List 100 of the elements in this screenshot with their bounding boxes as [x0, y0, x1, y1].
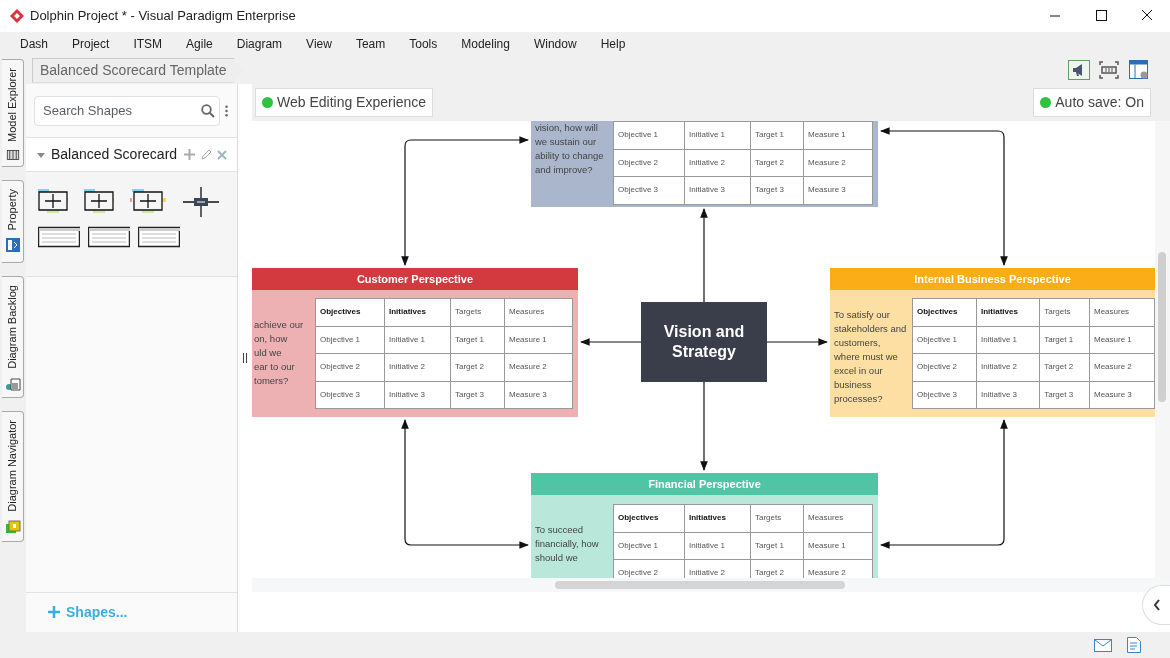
navigator-icon[interactable]: [4, 517, 21, 534]
table-cell: Objective 1: [613, 121, 685, 149]
table-cell: Target 3: [750, 176, 804, 204]
menu-item[interactable]: Team: [355, 35, 386, 53]
description-text: To satisfy our stakeholders and customers, where must we excel in our business processes?: [834, 308, 907, 406]
table-cell: Measure 2: [1089, 353, 1155, 381]
side-tab[interactable]: Diagram Backlog: [2, 276, 24, 398]
table-cell: Initiative 2: [384, 353, 451, 381]
breadcrumb-link[interactable]: Balanced Scorecard Template: [32, 57, 244, 83]
status-dot-icon: [1040, 97, 1052, 108]
scorecard-diagram-icon[interactable]: [84, 186, 114, 216]
table-template-icon[interactable]: [38, 226, 80, 248]
table-cell: Initiative 1: [384, 326, 451, 354]
table-cell: Initiative 3: [976, 381, 1040, 409]
connector-arrow: [580, 338, 642, 346]
scrollbar-thumb[interactable]: [1158, 252, 1166, 402]
table-cell: Measure 1: [1089, 326, 1155, 354]
table-cell: Initiative 2: [976, 353, 1040, 381]
table-cell: Measure 3: [803, 176, 873, 204]
column-header: Measures: [803, 504, 873, 532]
column-header: Targets: [1039, 298, 1090, 326]
cross-arrows-icon[interactable]: [182, 186, 220, 218]
menu-item[interactable]: Agile: [186, 35, 213, 53]
search-icon[interactable]: [201, 104, 215, 118]
table-cell: Objective 2: [912, 353, 977, 381]
search-field[interactable]: Search Shapes: [34, 95, 220, 126]
table-template-icon[interactable]: [138, 226, 180, 248]
column-header: Measures: [1089, 298, 1155, 326]
menu-item[interactable]: Dash: [20, 35, 48, 53]
side-tab[interactable]: Diagram Navigator: [2, 411, 24, 542]
column-header: Initiatives: [384, 298, 451, 326]
table-cell: Objective 1: [613, 532, 685, 560]
table-cell: Measure 1: [803, 121, 873, 149]
table-cell: Objective 1: [315, 326, 385, 354]
column-header: Targets: [450, 298, 505, 326]
status-text: Auto save: On: [1055, 93, 1144, 112]
scorecard-diagram-icon[interactable]: [38, 186, 68, 216]
table-cell: Objective 2: [613, 149, 685, 177]
side-tab[interactable]: Property: [2, 180, 24, 263]
table-cell: Initiative 2: [684, 149, 751, 177]
chevron-left-icon[interactable]: [1152, 599, 1161, 611]
perspective-title: Financial Perspective: [531, 473, 878, 495]
column-header: Initiatives: [976, 298, 1040, 326]
table-cell: Target 2: [1039, 353, 1090, 381]
column-header: Objectives: [613, 504, 685, 532]
scrollbar-thumb[interactable]: [555, 581, 845, 589]
status-text: Web Editing Experience: [277, 93, 427, 112]
table-cell: Target 3: [450, 381, 505, 409]
table-cell: Measure 2: [504, 353, 573, 381]
app-logo-icon: [9, 8, 25, 24]
menu-item[interactable]: View: [306, 35, 332, 53]
mail-icon[interactable]: [1094, 638, 1112, 652]
table-cell: Objective 3: [315, 381, 385, 409]
menu-item[interactable]: Window: [533, 35, 577, 53]
table-cell: Objective 3: [613, 176, 685, 204]
table-cell: Measure 1: [803, 532, 873, 560]
description-text: achieve our on, how uld we ear to our tomers?: [254, 318, 304, 388]
table-cell: Target 2: [450, 353, 505, 381]
table-cell: Target 1: [1039, 326, 1090, 354]
table-cell: Target 2: [750, 149, 804, 177]
table-cell: Target 1: [750, 121, 804, 149]
splitter-grip-icon[interactable]: [243, 353, 247, 363]
scorecard-diagram-icon[interactable]: [130, 186, 166, 216]
menu-item[interactable]: Modeling: [461, 35, 510, 53]
side-tab[interactable]: Model Explorer: [2, 59, 24, 167]
table-cell: Measure 1: [504, 326, 573, 354]
book-icon[interactable]: [4, 148, 21, 161]
table-cell: Target 1: [450, 326, 505, 354]
perspective-title: Internal Business Perspective: [830, 268, 1155, 290]
status-dot-icon: [262, 97, 273, 108]
layout-panel-icon[interactable]: [1128, 59, 1150, 81]
menu-item[interactable]: ITSM: [133, 35, 163, 53]
description-text: To succeed financially, how should we: [535, 523, 599, 565]
column-header: Objectives: [315, 298, 385, 326]
table-cell: Objective 2: [315, 353, 385, 381]
table-template-icon[interactable]: [88, 226, 130, 248]
menu-item[interactable]: Diagram: [236, 35, 283, 53]
table-cell: Measure 3: [1089, 381, 1155, 409]
table-cell: Initiative 1: [684, 121, 751, 149]
vision-node: Vision and Strategy: [641, 302, 767, 382]
menu-item[interactable]: Project: [72, 35, 110, 53]
menu-item[interactable]: Help: [600, 35, 626, 53]
table-cell: Initiative 1: [684, 532, 751, 560]
table-cell: Measure 2: [803, 149, 873, 177]
column-header: Measures: [504, 298, 573, 326]
property-sheet-icon[interactable]: [4, 236, 21, 253]
table-cell: Target 3: [1039, 381, 1090, 409]
column-header: Objectives: [912, 298, 977, 326]
table-cell: Objective 1: [912, 326, 977, 354]
fit-width-icon[interactable]: [1098, 60, 1120, 80]
column-header: Initiatives: [684, 504, 751, 532]
column-header: Targets: [750, 504, 804, 532]
megaphone-icon[interactable]: [1068, 60, 1090, 80]
table-cell: Target 1: [750, 532, 804, 560]
window-title: Dolphin Project * - Visual Paradigm Enterprise: [30, 7, 296, 26]
note-icon[interactable]: [1126, 636, 1142, 654]
table-cell: Objective 3: [912, 381, 977, 409]
table-cell: Initiative 1: [976, 326, 1040, 354]
menu-item[interactable]: Tools: [409, 35, 438, 53]
description-text: vision, how will we sustain our ability to change and improve?: [535, 121, 604, 177]
